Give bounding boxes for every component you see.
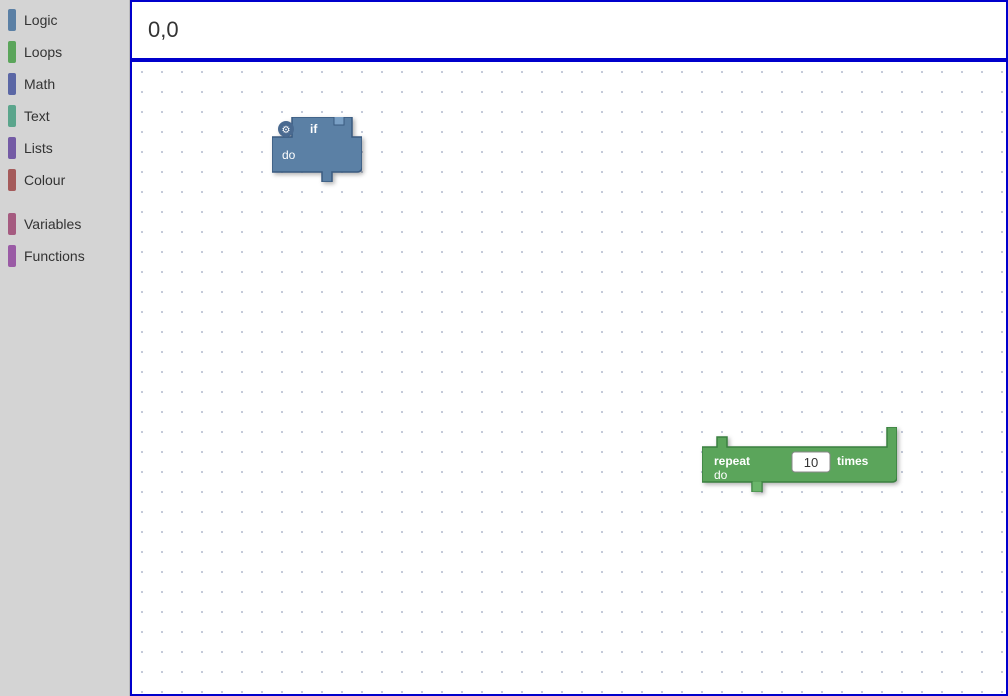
app-container: Logic Loops Math Text Lists Colour Varia… <box>0 0 1008 696</box>
sidebar-label-loops: Loops <box>24 44 62 60</box>
text-color-bar <box>8 105 16 127</box>
sidebar-item-colour[interactable]: Colour <box>0 164 129 196</box>
svg-text:times: times <box>837 454 869 468</box>
variables-color-bar <box>8 213 16 235</box>
sidebar-item-math[interactable]: Math <box>0 68 129 100</box>
sidebar-label-text: Text <box>24 108 50 124</box>
sidebar-label-lists: Lists <box>24 140 53 156</box>
sidebar-item-variables[interactable]: Variables <box>0 208 129 240</box>
logic-color-bar <box>8 9 16 31</box>
loops-color-bar <box>8 41 16 63</box>
sidebar-label-functions: Functions <box>24 248 85 264</box>
workspace-area: 0,0 ⚙ if do <box>130 0 1008 696</box>
sidebar-item-functions[interactable]: Functions <box>0 240 129 272</box>
svg-text:repeat: repeat <box>714 454 750 468</box>
sidebar-item-text[interactable]: Text <box>0 100 129 132</box>
sidebar-item-loops[interactable]: Loops <box>0 36 129 68</box>
canvas-area[interactable]: ⚙ if do repeat <box>130 60 1008 696</box>
if-block-svg: ⚙ if do <box>272 117 362 182</box>
svg-text:do: do <box>714 468 728 482</box>
sidebar-label-math: Math <box>24 76 55 92</box>
repeat-block-svg: repeat 10 times do <box>702 427 897 492</box>
sidebar: Logic Loops Math Text Lists Colour Varia… <box>0 0 130 696</box>
if-block[interactable]: ⚙ if do <box>272 117 362 187</box>
repeat-block[interactable]: repeat 10 times do <box>702 427 897 497</box>
functions-color-bar <box>8 245 16 267</box>
sidebar-spacer <box>0 196 129 208</box>
sidebar-item-lists[interactable]: Lists <box>0 132 129 164</box>
sidebar-item-logic[interactable]: Logic <box>0 4 129 36</box>
svg-text:if: if <box>310 122 318 136</box>
coord-bar: 0,0 <box>130 0 1008 60</box>
svg-text:10: 10 <box>804 455 818 470</box>
lists-color-bar <box>8 137 16 159</box>
svg-text:do: do <box>282 148 296 162</box>
coord-label: 0,0 <box>148 17 179 43</box>
svg-text:⚙: ⚙ <box>282 125 291 136</box>
sidebar-label-variables: Variables <box>24 216 81 232</box>
colour-color-bar <box>8 169 16 191</box>
sidebar-label-colour: Colour <box>24 172 65 188</box>
sidebar-label-logic: Logic <box>24 12 57 28</box>
math-color-bar <box>8 73 16 95</box>
